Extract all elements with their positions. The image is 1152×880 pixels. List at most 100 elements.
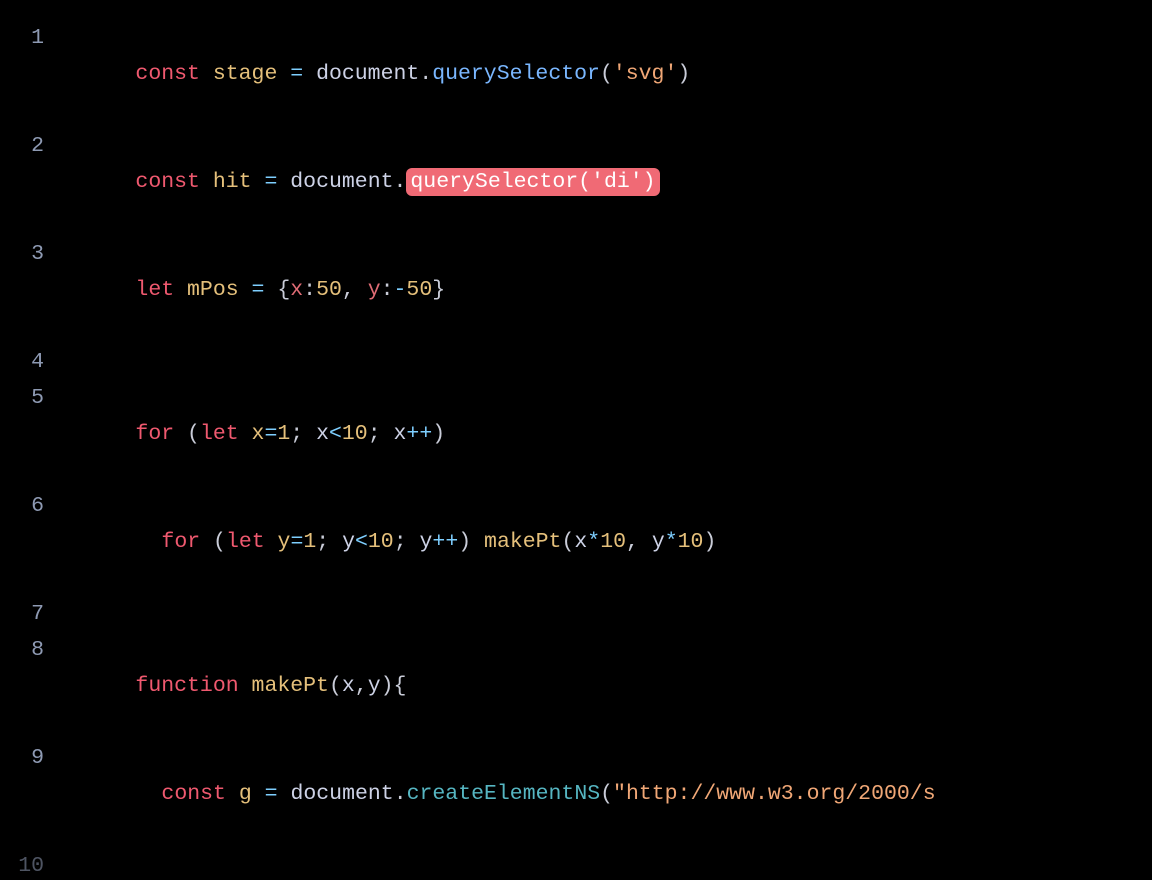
op-inc: ++ [432,530,458,554]
number-1: 1 [277,422,290,446]
code-line[interactable]: 7 [0,596,1152,632]
code-line[interactable]: 3 let mPos = {x:50, y:-50} [0,236,1152,344]
punct-semi: ; [290,422,316,446]
code-line[interactable]: 10 gsap.set(g, {' ) ) [0,848,1152,880]
punct-paren: ) [458,530,484,554]
punct-comma: , [355,674,368,698]
punct-dot: . [394,170,407,194]
punct-semi: ; [394,530,420,554]
op-mul: * [587,530,600,554]
var-stage: stage [213,62,278,86]
keyword-const: const [135,62,212,86]
op-eq: = [277,62,316,86]
param-x: x [342,674,355,698]
punct-comma: , [626,530,652,554]
fn-makept: makePt [252,674,329,698]
string-di: 'di' [591,170,643,194]
keyword-for: for [135,422,187,446]
op-eq: = [264,422,277,446]
keyword-for: for [161,530,213,554]
punct-paren: ( [187,422,200,446]
var-mpos: mPos [187,278,239,302]
method-queryselector: querySelector [410,170,578,194]
punct-paren: ) [381,674,394,698]
var-x: x [252,422,265,446]
punct-paren: ( [213,530,226,554]
punct-paren: ( [329,674,342,698]
punct-brace: { [394,674,407,698]
number-50: 50 [316,278,342,302]
punct-paren: ( [600,62,613,86]
op-eq: = [290,530,303,554]
punct-paren: ) [432,422,445,446]
op-inc: ++ [406,422,432,446]
number-10: 10 [600,530,626,554]
var-y: y [278,530,291,554]
code-line[interactable]: 4 [0,344,1152,380]
punct-dot: . [394,782,407,806]
code-line[interactable]: 6 for (let y=1; y<10; y++) makePt(x*10, … [0,488,1152,596]
ident-document: document [316,62,419,86]
punct-colon: : [381,278,394,302]
line-number: 8 [0,632,58,668]
punct-colon: : [303,278,316,302]
code-editor[interactable]: 1 const stage = document.querySelector('… [0,0,1152,880]
punct-paren: ( [578,170,591,194]
var-x: x [316,422,329,446]
number-50: 50 [406,278,432,302]
op-lt: < [355,530,368,554]
var-x: x [394,422,407,446]
code-line[interactable]: 5 for (let x=1; x<10; x++) [0,380,1152,488]
punct-brace: { [277,278,290,302]
var-y: y [420,530,433,554]
code-line[interactable]: 2 const hit = document.querySelector('di… [0,128,1152,236]
ident-document: document [290,782,393,806]
call-makept: makePt [484,530,561,554]
punct-semi: ; [316,530,342,554]
var-x: x [574,530,587,554]
line-number: 6 [0,488,58,524]
keyword-let: let [135,278,187,302]
op-mul: * [665,530,678,554]
param-y: y [368,674,381,698]
keyword-const: const [161,782,238,806]
code-line[interactable]: 8 function makePt(x,y){ [0,632,1152,740]
number-1: 1 [303,530,316,554]
line-number: 7 [0,596,58,632]
punct-semi: ; [368,422,394,446]
line-number: 10 [0,848,58,880]
keyword-function: function [135,674,251,698]
line-number: 3 [0,236,58,272]
punct-dot: . [419,62,432,86]
line-number: 2 [0,128,58,164]
code-line[interactable]: 9 const g = document.createElementNS("ht… [0,740,1152,848]
punct-paren: ) [703,530,716,554]
line-number: 9 [0,740,58,776]
op-eq: = [252,170,291,194]
punct-brace: } [432,278,445,302]
punct-paren: ) [677,62,690,86]
op-eq: = [252,782,291,806]
ident-document: document [290,170,393,194]
op-neg: - [394,278,407,302]
punct-comma: , [342,278,368,302]
line-number: 4 [0,344,58,380]
keyword-let: let [226,530,278,554]
text-selection-highlight[interactable]: querySelector('di') [406,168,659,196]
number-10: 10 [342,422,368,446]
punct-paren: ) [643,170,656,194]
method-queryselector: querySelector [432,62,600,86]
punct-paren: ( [561,530,574,554]
keyword-let: let [200,422,252,446]
op-eq: = [239,278,278,302]
var-g: g [239,782,252,806]
op-lt: < [329,422,342,446]
string-svg: 'svg' [613,62,678,86]
string-ns-url: "http://www.w3.org/2000/s [613,782,936,806]
number-10: 10 [368,530,394,554]
var-hit: hit [213,170,252,194]
prop-x: x [290,278,303,302]
code-line[interactable]: 1 const stage = document.querySelector('… [0,20,1152,128]
number-10: 10 [678,530,704,554]
var-y: y [342,530,355,554]
